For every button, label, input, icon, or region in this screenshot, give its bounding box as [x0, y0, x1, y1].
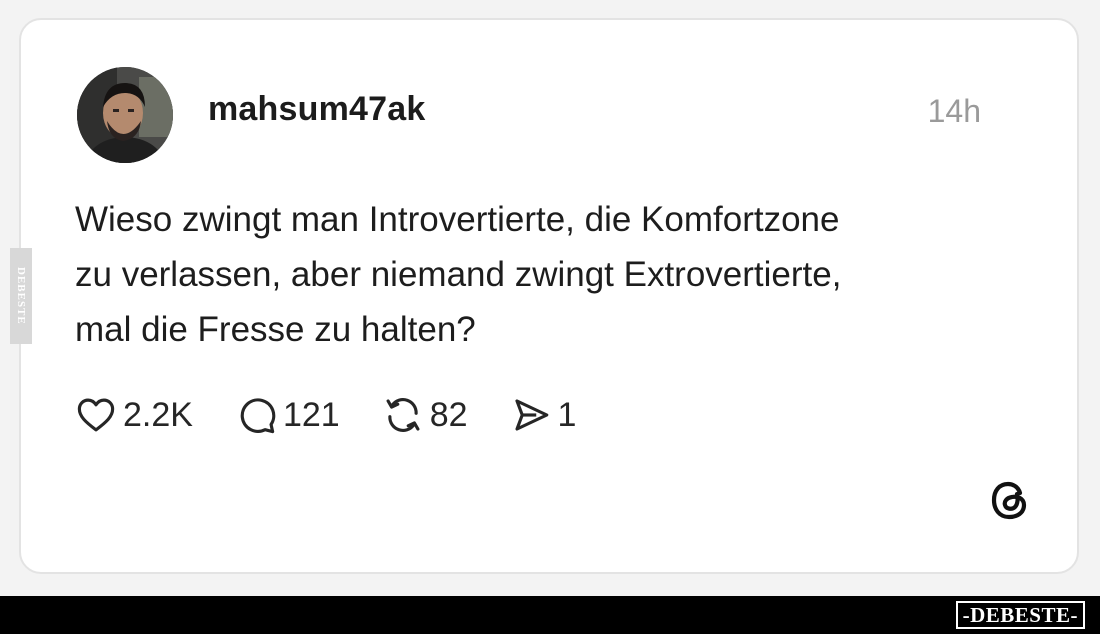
share-count: 1 [557, 395, 577, 434]
post-time: 14h [927, 93, 981, 129]
debeste-logo[interactable]: -DEBESTE- [955, 601, 1085, 629]
threads-logo-icon [987, 476, 1035, 524]
repost-icon [382, 394, 424, 436]
post-card: mahsum47ak 14h Wieso zwingt man Introver… [19, 18, 1079, 574]
side-watermark: DEBESTE [10, 248, 32, 344]
post-actions: 2.2K 121 82 1 [75, 390, 618, 440]
post-text-line: mal die Fresse zu halten? [75, 310, 476, 349]
avatar[interactable] [77, 67, 173, 163]
share-button[interactable]: 1 [510, 394, 577, 436]
like-count: 2.2K [123, 395, 193, 434]
like-button[interactable]: 2.2K [75, 394, 193, 436]
speech-bubble-icon [235, 394, 277, 436]
bottom-bar: -DEBESTE- [0, 596, 1100, 634]
post-text-line: zu verlassen, aber niemand zwingt Extrov… [75, 255, 842, 294]
comment-button[interactable]: 121 [235, 394, 340, 436]
repost-button[interactable]: 82 [382, 394, 468, 436]
send-icon [510, 394, 552, 436]
post-text: Wieso zwingt man Introvertierte, die Kom… [75, 192, 1015, 357]
repost-count: 82 [429, 395, 468, 434]
username[interactable]: mahsum47ak [208, 90, 425, 129]
post-text-line: Wieso zwingt man Introvertierte, die Kom… [75, 200, 840, 239]
heart-icon [75, 394, 117, 436]
comment-count: 121 [282, 395, 340, 434]
